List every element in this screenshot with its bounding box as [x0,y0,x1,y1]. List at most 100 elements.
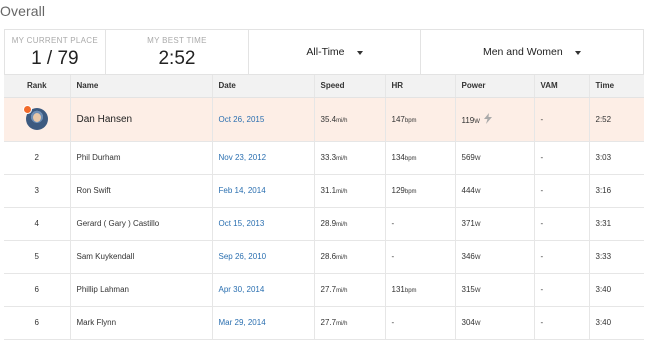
activity-date-link[interactable]: Mar 29, 2014 [219,318,266,327]
power-cell: 315W [454,273,534,307]
table-row: Dan Hansen Oct 26, 2015 35.4mi/h 147bpm 119W… [4,97,644,142]
power-value: 346 [461,252,475,261]
rank-cell: 5 [4,240,70,274]
speed-cell: 35.4mi/h [313,97,385,142]
column-header-hr[interactable]: HR [384,75,455,98]
hr-cell: - [384,240,455,274]
rank-cell: 3 [4,174,70,208]
table-row: 3 Ron Swift Feb 14, 2014 31.1mi/h 129bpm 444W… [4,174,644,208]
speed-unit: mi/h [336,255,348,261]
rank-cell: 2 [4,141,70,175]
athlete-name: Sam Kuykendall [69,240,212,274]
page-title: Overall [0,3,46,19]
lightning-icon [483,113,492,124]
speed-cell: 28.9mi/h [313,207,385,241]
speed-value: 35.4 [320,114,337,124]
speed-value: 28.6 [320,252,337,261]
hr-cell: 131bpm [384,273,455,307]
gender-dropdown[interactable]: Men and Women [421,30,643,74]
athlete-name-link[interactable]: Gerard ( Gary ) Castillo [77,219,160,228]
caret-down-icon [574,50,581,55]
speed-value: 27.7 [320,318,337,327]
vam-cell: - [533,240,589,274]
power-cell: 119W [454,97,534,142]
activity-date-link[interactable]: Feb 14, 2014 [219,186,266,195]
power-unit: W [474,156,481,162]
speed-cell: 27.7mi/h [313,306,385,340]
athlete-name-link[interactable]: Sam Kuykendall [77,252,135,261]
table-row: 2 Phil Durham Nov 23, 2012 33.3mi/h 134bpm 56… [4,141,644,175]
hr-cell: 147bpm [384,97,455,142]
power-value: 371 [461,219,475,228]
power-unit: W [474,255,481,261]
vam-cell: - [533,207,589,241]
rank-cell: 4 [4,207,70,241]
activity-date-link[interactable]: Oct 26, 2015 [219,115,265,124]
time-cell: 3:40 [588,273,644,307]
speed-unit: mi/h [336,321,348,327]
vam-cell: - [533,273,589,307]
activity-date-link[interactable]: Apr 30, 2014 [219,285,265,294]
gender-label: Men and Women [482,46,563,58]
rank-cell [4,97,70,142]
vam-cell: - [533,141,589,175]
date-cell: Apr 30, 2014 [211,273,314,307]
hr-value: - [391,219,395,228]
athlete-name-link[interactable]: Dan Hansen [77,114,133,125]
speed-unit: mi/h [336,117,348,124]
power-value: 315 [461,285,475,294]
power-unit: W [474,288,481,294]
speed-cell: 28.6mi/h [313,240,385,274]
crown-badge-icon [22,105,32,114]
hr-value: 131 [391,285,405,294]
speed-unit: mi/h [336,222,348,228]
time-range-label: All-Time [306,46,345,58]
column-header-rank[interactable]: Rank [4,75,70,98]
athlete-name: Ron Swift [69,174,212,208]
column-header-speed[interactable]: Speed [313,75,385,98]
time-cell: 3:16 [588,174,644,208]
hr-cell: - [384,207,455,241]
hr-unit: bpm [404,117,417,124]
athlete-name: Dan Hansen [69,97,212,142]
hr-unit: bpm [404,288,417,294]
hr-value: - [391,318,395,327]
speed-cell: 27.7mi/h [313,273,385,307]
athlete-name: Mark Flynn [69,306,212,340]
leaderboard-table: Rank Name Date Speed HR Power VAM Time D… [4,75,644,340]
column-header-date[interactable]: Date [211,75,314,98]
athlete-name-link[interactable]: Phil Durham [77,153,121,162]
avatar[interactable] [22,105,48,130]
speed-value: 31.1 [320,186,337,195]
athlete-name: Gerard ( Gary ) Castillo [69,207,212,241]
best-time-value: 2:52 [158,48,196,69]
hr-value: 134 [391,153,405,162]
column-header-vam[interactable]: VAM [533,75,589,98]
activity-date-link[interactable]: Nov 23, 2012 [219,153,267,162]
current-place-value: 1 / 79 [31,48,79,69]
power-value: 444 [461,186,475,195]
power-unit: W [474,189,481,195]
speed-unit: mi/h [336,288,348,294]
rank-cell: 6 [4,306,70,340]
column-header-name[interactable]: Name [69,75,212,98]
hr-unit: bpm [404,156,417,162]
hr-cell: 134bpm [384,141,455,175]
speed-cell: 31.1mi/h [313,174,385,208]
athlete-name-link[interactable]: Phillip Lahman [77,285,129,294]
column-header-power[interactable]: Power [454,75,534,98]
date-cell: Mar 29, 2014 [211,306,314,340]
power-unit: W [474,321,481,327]
activity-date-link[interactable]: Oct 15, 2013 [219,219,265,228]
activity-date-link[interactable]: Sep 26, 2010 [219,252,267,261]
time-range-dropdown[interactable]: All-Time [249,30,421,74]
athlete-name-link[interactable]: Ron Swift [77,186,111,195]
date-cell: Sep 26, 2010 [211,240,314,274]
column-header-time[interactable]: Time [588,75,644,98]
table-row: 6 Mark Flynn Mar 29, 2014 27.7mi/h -304W -3:4… [4,306,644,340]
athlete-name-link[interactable]: Mark Flynn [77,318,117,327]
date-cell: Nov 23, 2012 [211,141,314,175]
power-cell: 444W [454,174,534,208]
hr-value: 129 [391,186,405,195]
best-time-label: MY BEST TIME [147,36,207,45]
